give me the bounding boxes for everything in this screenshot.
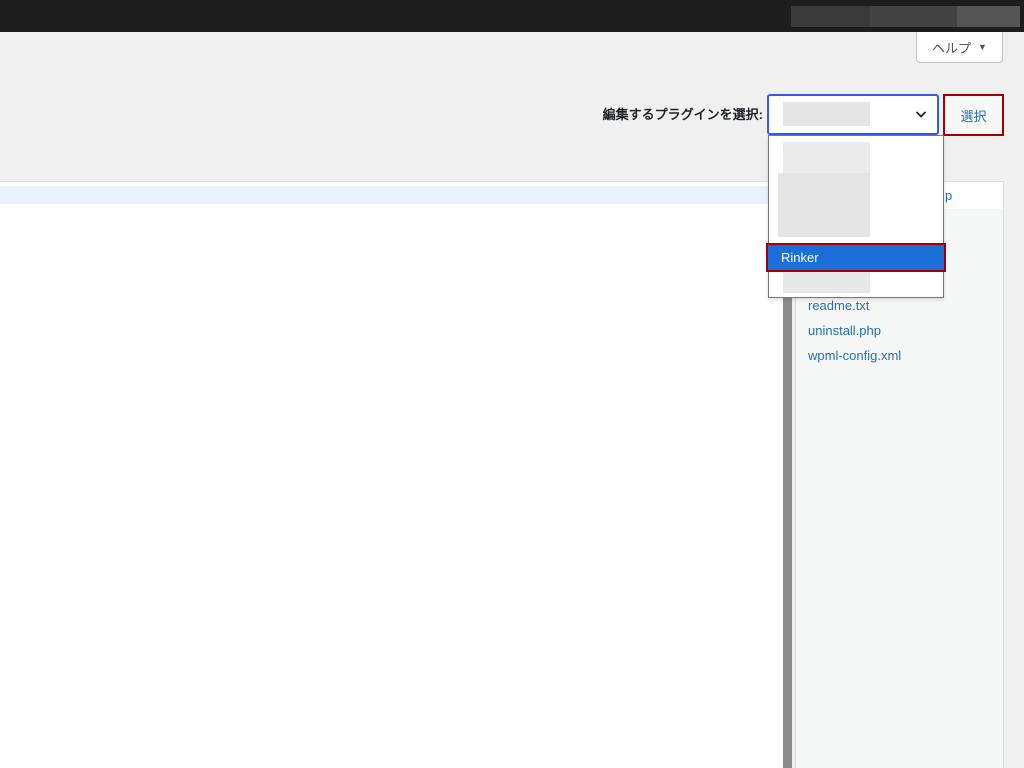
plugin-option-redacted[interactable] (778, 173, 870, 237)
plugin-select-dropdown: Rinker (766, 135, 946, 298)
plugin-option-redacted[interactable] (783, 272, 870, 293)
file-link-wpml-config[interactable]: wpml-config.xml (808, 348, 901, 364)
admin-bar (0, 0, 1024, 32)
help-tab-label: ヘルプ (932, 40, 972, 56)
admin-bar-redacted-item[interactable] (870, 6, 957, 27)
current-file-link[interactable]: p (945, 188, 952, 204)
code-editor[interactable] (0, 181, 783, 768)
editor-active-line (0, 186, 783, 204)
admin-bar-redacted-item[interactable] (791, 6, 870, 27)
file-link-uninstall[interactable]: uninstall.php (808, 323, 881, 339)
plugin-select-label: 編集するプラグインを選択: (602, 107, 763, 122)
admin-bar-redacted-item[interactable] (957, 6, 1020, 27)
plugin-select-value (783, 102, 870, 126)
plugin-option-rinker[interactable]: Rinker (766, 243, 946, 272)
file-link-readme[interactable]: readme.txt (808, 298, 869, 314)
select-submit-button[interactable]: 選択 (943, 94, 1004, 136)
plugin-option-redacted[interactable] (783, 142, 870, 173)
triangle-down-icon: ▼ (978, 41, 987, 52)
plugin-select[interactable] (767, 94, 939, 135)
help-tab-button[interactable]: ヘルプ ▼ (916, 32, 1003, 63)
chevron-down-icon (915, 111, 927, 118)
